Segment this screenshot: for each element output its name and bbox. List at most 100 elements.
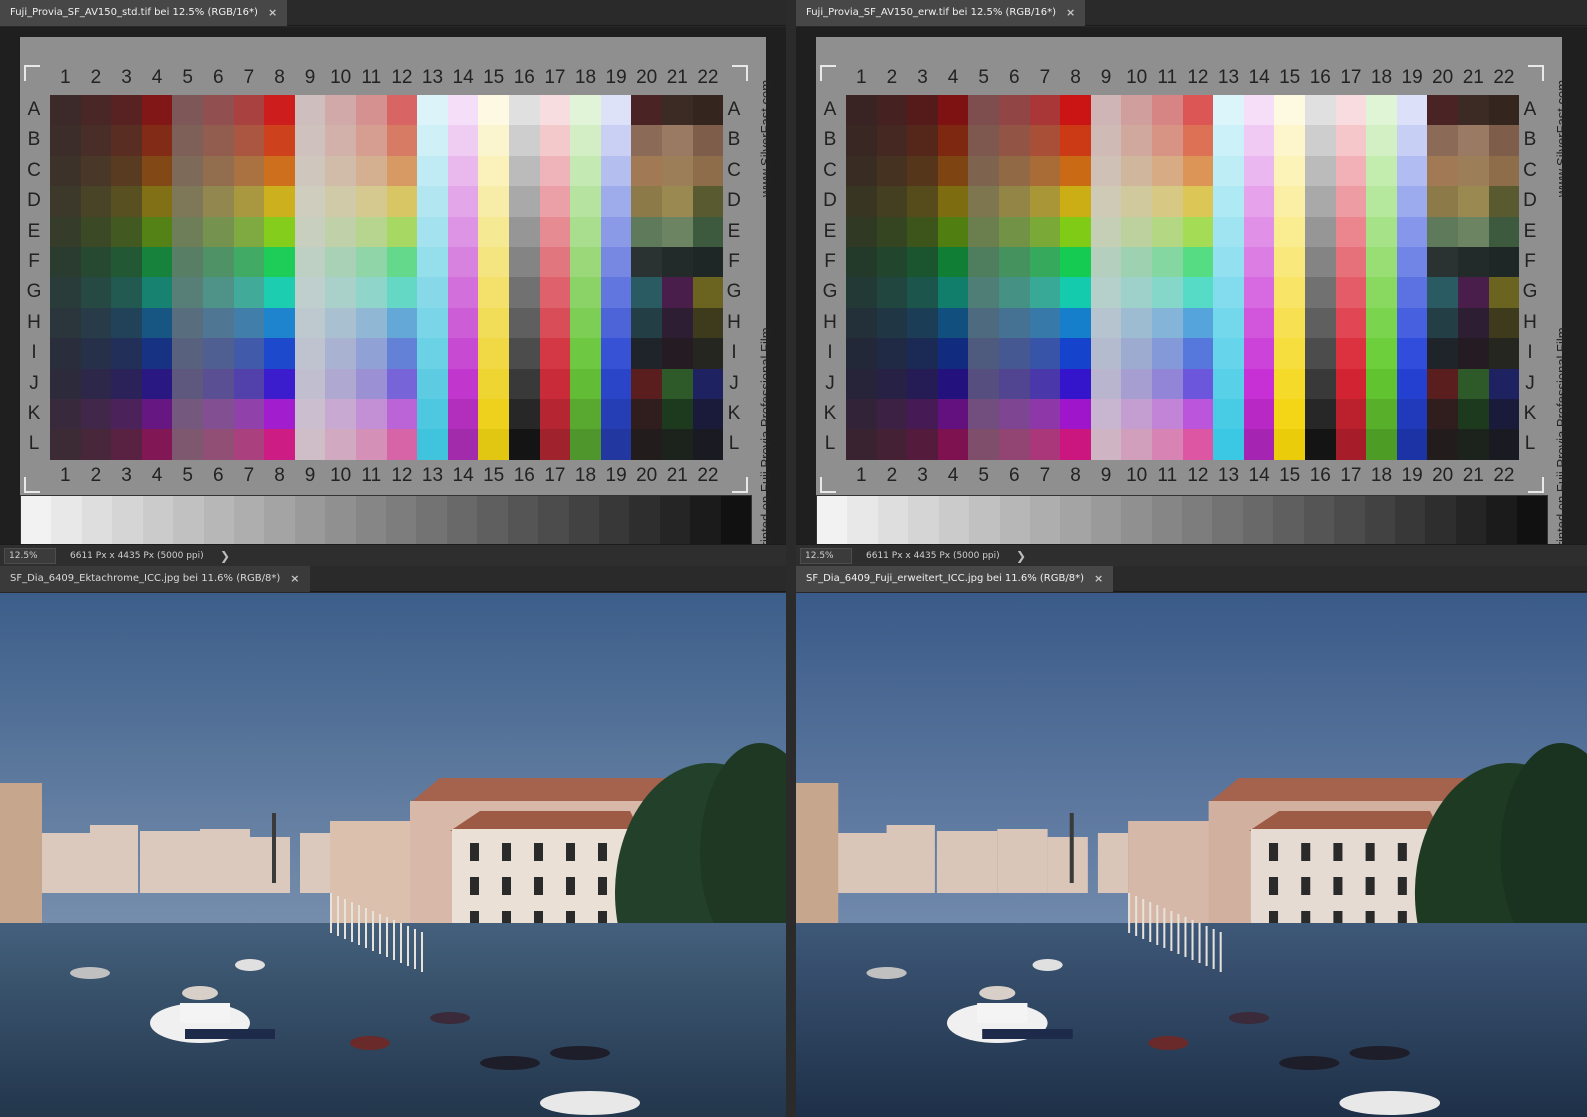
- document-window-bottom-left[interactable]: SF_Dia_6409_Ektachrome_ICC.jpg bei 11.6%…: [0, 566, 786, 1117]
- color-patch: [1457, 155, 1489, 187]
- color-patch: [937, 125, 969, 156]
- color-patch: [1029, 125, 1061, 156]
- document-tab[interactable]: SF_Dia_6409_Fuji_erweitert_ICC.jpg bei 1…: [796, 566, 1114, 592]
- color-patch: [1427, 338, 1458, 369]
- color-patch: [355, 125, 387, 156]
- row-letter: F: [1524, 251, 1536, 272]
- window: [1365, 877, 1375, 895]
- color-patch: [1396, 429, 1428, 460]
- color-patch: [294, 246, 326, 278]
- color-patch: [294, 186, 326, 217]
- column-number: 5: [978, 465, 989, 486]
- color-patch: [907, 186, 938, 217]
- document-window-top-left[interactable]: Fuji_Provia_SF_AV150_std.tif bei 12.5% (…: [0, 0, 786, 566]
- color-patch: [570, 307, 601, 339]
- column-number: 3: [917, 465, 928, 486]
- mooring-pole: [407, 926, 409, 966]
- color-patch: [172, 125, 203, 156]
- registration-mark: [24, 477, 40, 493]
- document-tab[interactable]: Fuji_Provia_SF_AV150_erw.tif bei 12.5% (…: [796, 0, 1086, 26]
- color-patch-grid: [50, 95, 724, 460]
- row-letter: J: [825, 372, 835, 394]
- document-size-info: 6611 Px x 4435 Px (5000 ppi): [70, 550, 204, 561]
- document-window-bottom-right[interactable]: SF_Dia_6409_Fuji_erweitert_ICC.jpg bei 1…: [796, 566, 1587, 1117]
- window: [502, 877, 511, 895]
- status-bar: 12.5% 6611 Px x 4435 Px (5000 ppi) ❯: [796, 544, 1587, 566]
- color-patch: [1366, 307, 1397, 339]
- window: [1301, 877, 1311, 895]
- color-patch: [1457, 338, 1489, 369]
- gray-step: [599, 496, 630, 544]
- column-number: 9: [1100, 67, 1112, 88]
- color-patch: [447, 125, 479, 156]
- row-letter: H: [27, 311, 41, 333]
- window: [1397, 843, 1407, 861]
- color-patch: [417, 338, 448, 369]
- gray-step: [1455, 496, 1487, 544]
- document-canvas[interactable]: 1 1 2 2 3 3 4 4 5 5 6 6 7 7 8 8 9 9 10 10 11 11 12 12 13 13 14 14 15…: [796, 27, 1587, 544]
- boat: [1279, 1056, 1340, 1070]
- column-number: 21: [1462, 67, 1484, 88]
- color-patch: [50, 216, 81, 247]
- color-patch: [202, 95, 234, 126]
- color-patch: [539, 277, 571, 308]
- color-patch: [937, 95, 969, 126]
- column-number: 18: [1370, 465, 1393, 486]
- chevron-right-icon[interactable]: ❯: [1016, 549, 1026, 563]
- color-patch: [907, 368, 938, 399]
- color-patch: [998, 216, 1030, 247]
- zoom-field[interactable]: 12.5%: [4, 547, 56, 564]
- color-patch: [661, 338, 693, 369]
- close-icon[interactable]: ×: [1066, 0, 1075, 26]
- color-patch: [846, 368, 877, 399]
- column-number: 20: [636, 465, 658, 486]
- color-patch: [1335, 155, 1367, 187]
- registration-mark: [24, 65, 40, 81]
- color-patch: [1243, 307, 1275, 339]
- color-patch: [1029, 155, 1061, 187]
- color-patch: [907, 95, 938, 126]
- color-patch: [661, 368, 693, 399]
- color-patch: [1427, 95, 1458, 126]
- color-patch: [172, 216, 203, 247]
- color-patch: [80, 155, 112, 187]
- row-letter: L: [28, 433, 40, 455]
- chevron-right-icon[interactable]: ❯: [220, 549, 230, 563]
- color-patch: [264, 368, 295, 399]
- color-patch: [1121, 307, 1152, 339]
- column-number: 9: [304, 465, 316, 486]
- color-patch: [1335, 307, 1367, 339]
- row-letter: L: [1524, 433, 1536, 455]
- zoom-field[interactable]: 12.5%: [800, 547, 852, 564]
- mooring-pole: [365, 908, 367, 948]
- color-patch: [355, 155, 387, 187]
- window: [1365, 843, 1375, 861]
- roof: [1208, 778, 1481, 803]
- close-icon[interactable]: ×: [268, 0, 277, 26]
- color-patch: [937, 186, 969, 217]
- color-patch: [233, 155, 265, 187]
- document-tab[interactable]: SF_Dia_6409_Ektachrome_ICC.jpg bei 11.6%…: [0, 566, 310, 592]
- building: [1097, 833, 1129, 893]
- building: [300, 833, 330, 893]
- row-letter: A: [823, 99, 837, 120]
- document-canvas[interactable]: 1 1 2 2 3 3 4 4 5 5 6 6 7 7 8 8 9 9 10 10 11 11 12 12 13 13 14 14 15…: [0, 27, 786, 544]
- gray-step: [446, 496, 478, 544]
- document-tab-title: Fuji_Provia_SF_AV150_std.tif bei 12.5% (…: [10, 7, 258, 18]
- gray-step: [1029, 496, 1061, 544]
- document-canvas[interactable]: [796, 593, 1587, 1117]
- color-patch: [1274, 277, 1305, 308]
- document-canvas[interactable]: [0, 593, 786, 1117]
- color-patch: [141, 125, 173, 156]
- document-tab[interactable]: Fuji_Provia_SF_AV150_std.tif bei 12.5% (…: [0, 0, 288, 26]
- close-icon[interactable]: ×: [1094, 566, 1103, 592]
- color-patch: [80, 338, 112, 369]
- document-window-top-right[interactable]: Fuji_Provia_SF_AV150_erw.tif bei 12.5% (…: [796, 0, 1587, 566]
- color-patch: [631, 246, 662, 278]
- column-number: 10: [330, 67, 352, 88]
- color-patch: [907, 398, 938, 430]
- color-patch: [1366, 125, 1397, 156]
- color-patch: [1090, 429, 1122, 460]
- close-icon[interactable]: ×: [290, 566, 299, 592]
- color-patch: [386, 246, 418, 278]
